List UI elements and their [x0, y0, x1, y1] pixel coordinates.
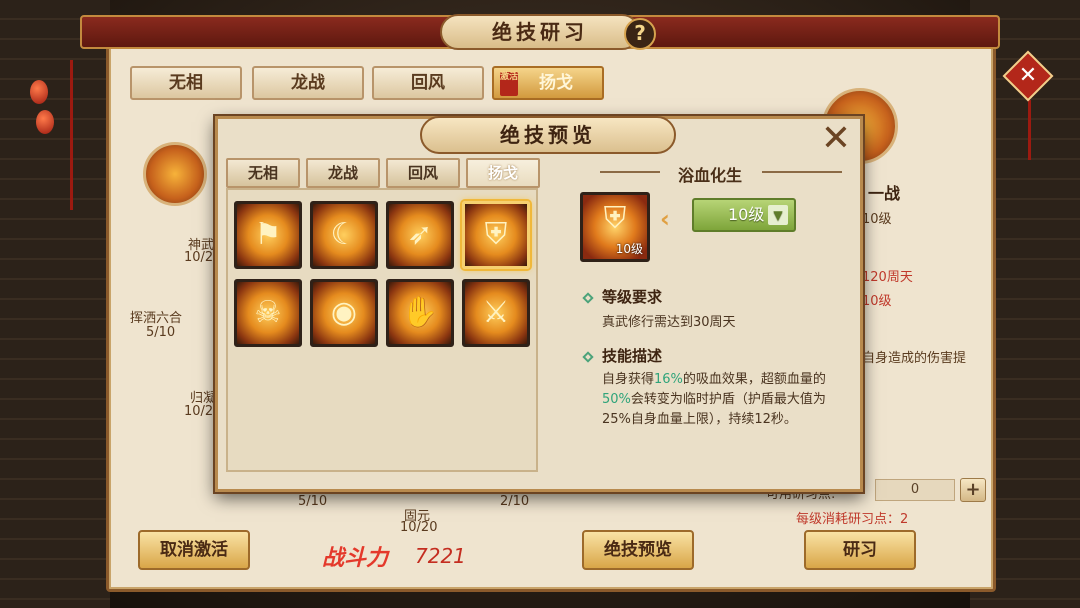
desc-part: 的吸血效果，超额血量的	[682, 372, 826, 387]
skill-demon-armor-icon[interactable]: ☠	[234, 279, 302, 347]
dialog-tab-wuxiang[interactable]: 无相	[226, 158, 300, 188]
skill-glyph: ◉	[330, 295, 358, 330]
desc-highlight: 50%	[602, 392, 631, 407]
level-requirement-text: 真武修行需达到30周天	[602, 315, 736, 330]
chevron-left-icon: ‹	[660, 205, 670, 233]
blood-shield-icon: ⛨	[603, 201, 627, 236]
lantern-icon	[30, 80, 48, 104]
dialog-tab-yangge[interactable]: 扬戈	[466, 158, 540, 188]
skill-preview-button[interactable]: 绝技预览	[582, 530, 694, 570]
tassel-decoration	[70, 60, 73, 210]
skill-glyph: ✋	[401, 295, 439, 330]
requirement-partial: 120周天	[862, 270, 913, 285]
tab-yangge-label: 扬戈	[539, 73, 573, 93]
desc-part: 自身获得	[602, 372, 655, 387]
skill-glyph: ⚔	[482, 295, 510, 330]
skill-level-partial: 10级	[862, 212, 892, 227]
tab-yangge[interactable]: 激活 扬戈	[492, 66, 604, 100]
diamond-bullet-icon	[582, 350, 594, 363]
skill-glyph: ➶	[407, 217, 433, 252]
active-seal-icon: 激活	[500, 72, 518, 96]
combat-power-value: 7221	[415, 544, 466, 568]
skill-glyph: ☠	[254, 295, 282, 330]
skill-blood-shield-icon[interactable]: ⛨	[462, 201, 530, 269]
chevron-down-icon: ▼	[768, 205, 788, 225]
level-dropdown-value: 10级	[728, 205, 765, 224]
points-counter[interactable]: 0	[875, 479, 955, 501]
icon-level: 10级	[615, 242, 643, 256]
diamond-bullet-icon	[582, 291, 594, 304]
description-partial: 自身造成的伤害提	[862, 351, 967, 366]
help-button[interactable]: ?	[624, 18, 656, 50]
window-title: 绝技研习	[440, 14, 640, 50]
skill-flame-sword-icon[interactable]: ⚔	[462, 279, 530, 347]
close-icon: ✕	[1018, 63, 1038, 88]
level-dropdown[interactable]: 10级 ▼	[692, 198, 796, 232]
level-requirement-heading: 等级要求	[582, 286, 663, 307]
skill-description-heading: 技能描述	[582, 345, 663, 366]
skill-description-title: 技能描述	[602, 347, 663, 365]
tassel-decoration	[1028, 100, 1031, 160]
divider	[762, 171, 842, 173]
skill-glyph: ⚑	[254, 217, 282, 252]
skill-banner-icon[interactable]: ⚑	[234, 201, 302, 269]
node-count: 5/10	[298, 494, 328, 509]
level-requirement-title: 等级要求	[602, 288, 663, 306]
study-button[interactable]: 研习	[804, 530, 916, 570]
skill-name-partial: 一战	[868, 184, 901, 203]
add-points-button[interactable]: +	[960, 478, 986, 502]
skill-fire-palm-icon[interactable]: ✋	[386, 279, 454, 347]
background-left	[0, 0, 110, 608]
skill-glyph: ⛨	[484, 217, 508, 252]
requirement-level-partial: 10级	[862, 294, 892, 309]
detail-skill-icon: ⛨ 10级	[580, 192, 650, 262]
skill-node-banner-icon[interactable]	[143, 142, 207, 206]
lantern-icon	[36, 110, 54, 134]
skill-crescent-slash-icon[interactable]: ☾	[310, 201, 378, 269]
desc-highlight: 16%	[654, 372, 683, 387]
node-label: 挥洒六合	[130, 311, 183, 326]
tab-wuxiang[interactable]: 无相	[130, 66, 242, 100]
combat-power-label: 战斗力	[322, 546, 389, 571]
skill-golden-bell-icon[interactable]: ◉	[310, 279, 378, 347]
detail-skill-name: 浴血化生	[677, 166, 742, 185]
node-count: 2/10	[500, 494, 530, 509]
tab-longzhan[interactable]: 龙战	[252, 66, 364, 100]
cost-text: 每级消耗研习点：2	[796, 512, 909, 527]
skill-glyph: ☾	[330, 217, 358, 252]
skill-description-text: 自身获得16%的吸血效果，超额血量的 50%会转变为临时护盾（护盾最大值为25%自…	[602, 370, 842, 430]
dialog-title: 绝技预览	[420, 116, 676, 154]
dialog-close-button[interactable]: ✕	[818, 121, 854, 158]
node-count: 5/10	[146, 325, 176, 340]
skill-bow-icon[interactable]: ➶	[386, 201, 454, 269]
dialog-tab-longzhan[interactable]: 龙战	[306, 158, 380, 188]
tab-huifeng[interactable]: 回风	[372, 66, 484, 100]
cancel-activation-button[interactable]: 取消激活	[138, 530, 250, 570]
node-count: 10/20	[400, 520, 438, 535]
desc-part: 会转变为临时护盾（护盾最大值为25%自身血量上限），持续12秒。	[602, 392, 826, 427]
dialog-tab-huifeng[interactable]: 回风	[386, 158, 460, 188]
